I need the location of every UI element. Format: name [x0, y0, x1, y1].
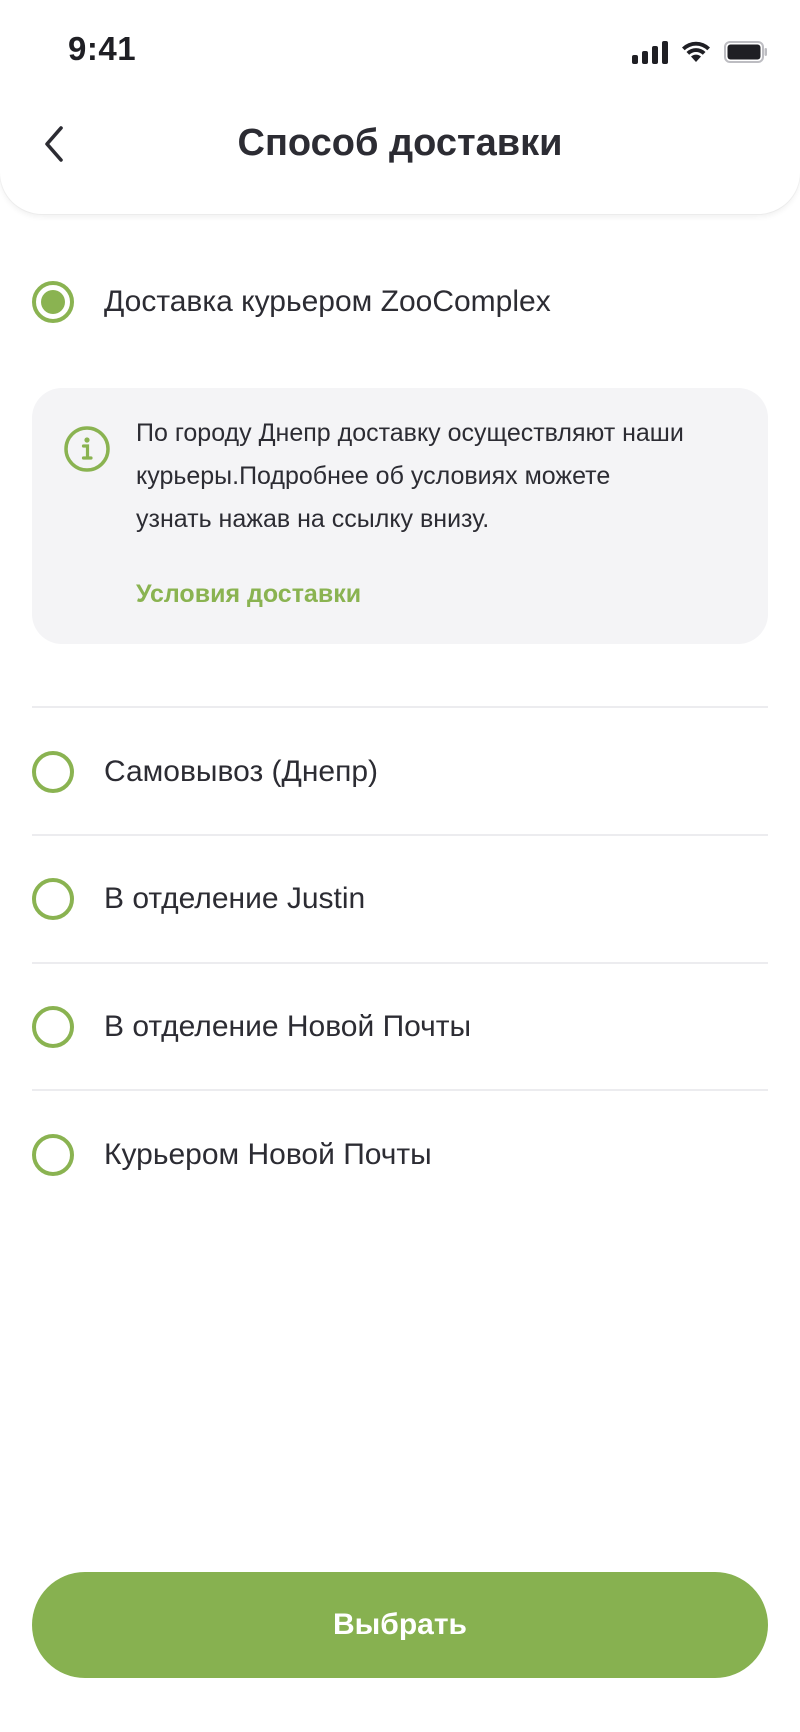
wifi-icon [680, 40, 712, 64]
info-text-line: курьеры.Подробнее об условиях можете [136, 462, 611, 490]
option-label: Доставка курьером ZooComplex [104, 285, 551, 318]
nav-bar: Способ доставки [0, 104, 800, 184]
info-text: По городу Днепр доставку осуществляют на… [136, 412, 736, 541]
page-title: Способ доставки [237, 122, 563, 164]
info-icon [64, 426, 110, 472]
divider [32, 962, 768, 964]
info-text-line: По городу Днепр доставку осуществляют на… [136, 419, 684, 447]
signal-bars-icon [632, 40, 668, 64]
option-nova-poshta-courier[interactable]: Курьером Новой Почты [32, 1117, 768, 1193]
option-label: Курьером Новой Почты [104, 1138, 432, 1171]
radio-button[interactable] [32, 1006, 74, 1048]
radio-button[interactable] [32, 751, 74, 793]
radio-button-selected[interactable] [32, 281, 74, 323]
info-box: По городу Днепр доставку осуществляют на… [32, 388, 768, 644]
divider [32, 706, 768, 708]
info-text-line: узнать нажав на ссылку внизу. [136, 505, 490, 533]
radio-button[interactable] [32, 878, 74, 920]
radio-button[interactable] [32, 1134, 74, 1176]
option-label: Самовывоз (Днепр) [104, 755, 379, 788]
divider [32, 834, 768, 836]
option-label: В отделение Новой Почты [104, 1010, 472, 1043]
option-zoocomplex-courier[interactable]: Доставка курьером ZooComplex [32, 264, 768, 340]
delivery-method-screen: 9:41 Способ доставки Доставка курьером Z… [0, 0, 800, 1732]
header: 9:41 Способ доставки [0, 0, 800, 214]
option-nova-poshta-branch[interactable]: В отделение Новой Почты [32, 989, 768, 1065]
delivery-terms-link[interactable]: Условия доставки [136, 580, 361, 609]
select-button[interactable]: Выбрать [32, 1572, 768, 1678]
option-label: В отделение Justin [104, 882, 366, 915]
battery-icon [724, 41, 768, 63]
option-self-pickup[interactable]: Самовывоз (Днепр) [32, 734, 768, 810]
status-icons [632, 38, 768, 66]
status-bar: 9:41 [0, 0, 800, 100]
status-time: 9:41 [68, 30, 137, 67]
divider [32, 1089, 768, 1091]
option-justin-branch[interactable]: В отделение Justin [32, 861, 768, 937]
